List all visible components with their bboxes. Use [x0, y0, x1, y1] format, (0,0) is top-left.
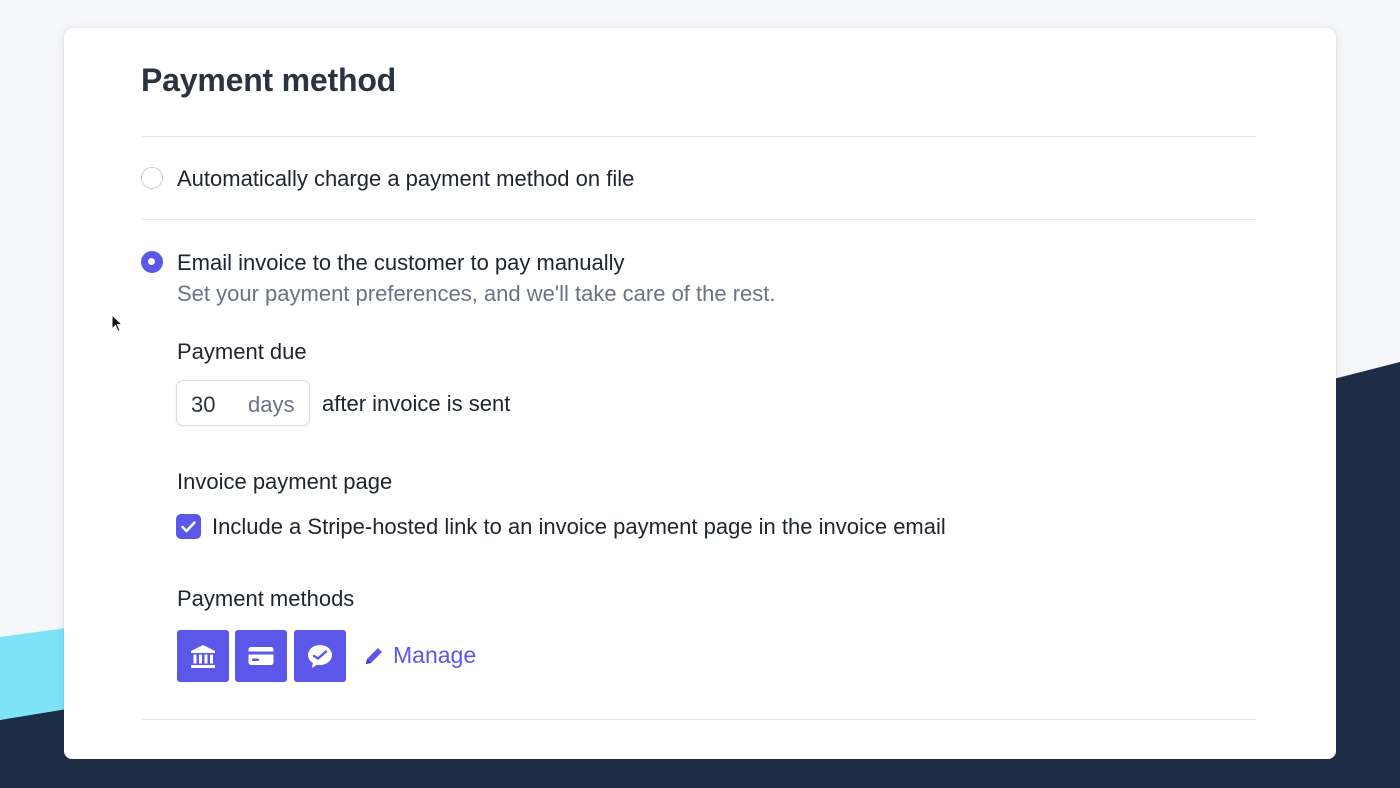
stripe-hosted-link-label[interactable]: Include a Stripe-hosted link to an invoi… — [212, 514, 946, 540]
divider — [141, 219, 1256, 220]
divider — [141, 719, 1256, 720]
payment-due-value[interactable]: 30 — [191, 392, 215, 418]
pencil-icon — [366, 647, 382, 664]
auto-charge-radio[interactable] — [141, 167, 163, 189]
manage-payment-methods-link[interactable]: Manage — [363, 642, 476, 669]
divider — [141, 136, 1256, 137]
bank-icon — [191, 645, 215, 668]
invoice-payment-page-label: Invoice payment page — [177, 469, 393, 494]
checkmark-icon — [181, 521, 196, 533]
auto-charge-label[interactable]: Automatically charge a payment method on… — [177, 166, 634, 192]
card-payment-method-button[interactable] — [235, 630, 287, 682]
payment-method-card: Payment method Automatically charge a pa… — [64, 28, 1336, 759]
email-invoice-description: Set your payment preferences, and we'll … — [177, 281, 776, 306]
payment-due-unit: days — [248, 392, 295, 417]
payment-due-label: Payment due — [177, 339, 307, 364]
payment-due-days-input[interactable]: 30 days — [176, 380, 310, 426]
bank-payment-method-button[interactable] — [177, 630, 229, 682]
payment-due-suffix: after invoice is sent — [322, 391, 511, 416]
mouse-cursor-icon — [111, 314, 123, 333]
manage-label[interactable]: Manage — [393, 642, 476, 669]
card-icon — [248, 647, 274, 665]
section-title: Payment method — [141, 62, 397, 98]
wechat-pay-icon — [308, 645, 332, 668]
wechat-pay-method-button[interactable] — [294, 630, 346, 682]
email-invoice-label[interactable]: Email invoice to the customer to pay man… — [177, 250, 625, 276]
payment-methods-label: Payment methods — [177, 586, 355, 611]
stripe-hosted-link-checkbox[interactable] — [176, 514, 201, 539]
email-invoice-radio[interactable] — [141, 251, 163, 273]
